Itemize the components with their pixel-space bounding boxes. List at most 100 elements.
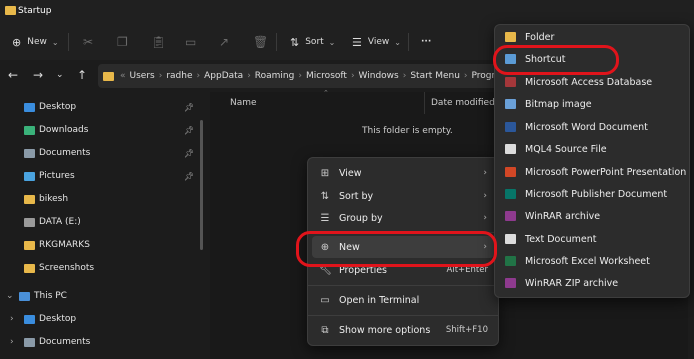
chevron-right-icon: › bbox=[158, 71, 163, 81]
sidebar-scrollbar[interactable] bbox=[200, 120, 203, 250]
sidebar-item-label: Pictures bbox=[39, 171, 75, 181]
column-divider[interactable] bbox=[424, 92, 425, 114]
chevron-down-icon: ⌄ bbox=[51, 37, 59, 47]
column-header-name[interactable]: Name bbox=[230, 98, 257, 108]
breadcrumb-windows[interactable]: Windows bbox=[359, 71, 399, 81]
chevron-right-icon: › bbox=[483, 168, 487, 178]
toolbar-divider bbox=[276, 33, 277, 51]
view-icon: ☰ bbox=[352, 35, 362, 49]
sidebar-item-label: Screenshots bbox=[39, 263, 95, 273]
breadcrumb-appdata[interactable]: AppData bbox=[204, 71, 243, 81]
sidebar-item-label: RKGMARKS bbox=[39, 240, 90, 250]
rename-button[interactable]: ▭ bbox=[185, 24, 196, 60]
menu-item-sort-by[interactable]: ⇅ Sort by › bbox=[308, 185, 498, 207]
powerpoint-icon bbox=[505, 167, 516, 177]
downloads-icon bbox=[24, 125, 35, 135]
sidebar-item-documents[interactable]: Documents 📌︎ bbox=[0, 142, 205, 164]
submenu-item-winrar-zip[interactable]: WinRAR ZIP archive bbox=[495, 272, 689, 294]
highlight-shortcut bbox=[493, 45, 619, 75]
submenu-item-label: Text Document bbox=[525, 233, 597, 245]
chevron-right-icon: › bbox=[298, 71, 302, 81]
window-title: Startup bbox=[18, 6, 52, 16]
winrar-icon bbox=[505, 211, 516, 221]
pin-icon: 📌︎ bbox=[184, 102, 195, 112]
sidebar-item-desktop[interactable]: Desktop 📌︎ bbox=[0, 96, 205, 118]
bitmap-icon bbox=[505, 99, 516, 109]
submenu-item-text-document[interactable]: Text Document bbox=[495, 228, 689, 250]
sort-indicator-icon: ⌃ bbox=[323, 89, 329, 97]
sort-button[interactable]: ⇅ Sort ⌄ bbox=[290, 24, 335, 60]
column-header-date[interactable]: Date modified bbox=[431, 98, 495, 108]
shortcut-text: Shift+F10 bbox=[445, 325, 488, 335]
menu-item-view[interactable]: ⊞ View › bbox=[308, 162, 498, 184]
forward-button[interactable]: → bbox=[33, 68, 43, 82]
sidebar-item-pictures[interactable]: Pictures 📌︎ bbox=[0, 165, 205, 187]
cut-button[interactable]: ✂ bbox=[83, 24, 93, 60]
submenu-item-mql4[interactable]: MQL4 Source File bbox=[495, 138, 689, 160]
menu-item-label: View bbox=[339, 167, 362, 179]
up-button[interactable]: ↑ bbox=[77, 68, 87, 82]
desktop-icon bbox=[24, 102, 35, 112]
terminal-icon: ▭ bbox=[320, 294, 330, 306]
breadcrumb-start-menu[interactable]: Start Menu bbox=[410, 71, 460, 81]
highlight-new bbox=[296, 231, 497, 267]
back-button[interactable]: ← bbox=[8, 68, 18, 82]
sidebar-item-bikesh[interactable]: bikesh bbox=[0, 188, 205, 210]
recent-locations-icon[interactable]: ⌄ bbox=[56, 70, 64, 80]
word-icon bbox=[505, 122, 516, 132]
sidebar-item-label: Documents bbox=[39, 148, 91, 158]
sidebar-item-screenshots[interactable]: Screenshots bbox=[0, 257, 205, 279]
submenu-item-word[interactable]: Microsoft Word Document bbox=[495, 116, 689, 138]
paste-button[interactable]: 📋︎ bbox=[151, 24, 166, 60]
submenu-item-winrar[interactable]: WinRAR archive bbox=[495, 205, 689, 227]
navigation-pane: Desktop 📌︎ Downloads 📌︎ Documents 📌︎ Pic… bbox=[0, 92, 210, 359]
menu-item-label: Show more options bbox=[339, 324, 431, 336]
address-bar[interactable]: « Users › radhe › AppData › Roaming › Mi… bbox=[98, 64, 518, 88]
sidebar-item-documents-pc[interactable]: › Documents bbox=[0, 331, 205, 353]
sort-button-label: Sort bbox=[305, 37, 324, 47]
submenu-item-label: Microsoft Publisher Document bbox=[525, 188, 668, 200]
menu-divider bbox=[308, 315, 498, 316]
more-icon: ··· bbox=[421, 37, 432, 47]
menu-divider bbox=[308, 285, 498, 286]
new-button[interactable]: ⊕ New ⌄ bbox=[12, 24, 59, 60]
sidebar-item-downloads[interactable]: Downloads 📌︎ bbox=[0, 119, 205, 141]
folder-icon bbox=[103, 71, 114, 81]
share-button[interactable]: ↗ bbox=[219, 24, 229, 60]
chevron-right-icon: › bbox=[402, 71, 407, 81]
chevron-right-icon: › bbox=[483, 213, 487, 223]
menu-item-group-by[interactable]: ☰ Group by › bbox=[308, 207, 498, 229]
pin-icon: 📌︎ bbox=[184, 125, 195, 135]
submenu-item-publisher[interactable]: Microsoft Publisher Document bbox=[495, 183, 689, 205]
breadcrumb-roaming[interactable]: Roaming bbox=[255, 71, 295, 81]
show-more-icon: ⧉ bbox=[321, 324, 329, 336]
sidebar-item-data-drive[interactable]: DATA (E:) bbox=[0, 211, 205, 233]
view-button[interactable]: ☰ View ⌄ bbox=[352, 24, 401, 60]
submenu-item-label: WinRAR archive bbox=[525, 210, 601, 222]
excel-icon bbox=[505, 256, 516, 266]
chevron-right-icon: › bbox=[196, 71, 201, 81]
sidebar-item-this-pc[interactable]: ⌄ This PC bbox=[0, 285, 205, 307]
submenu-item-bitmap[interactable]: Bitmap image bbox=[495, 93, 689, 115]
documents-icon bbox=[24, 148, 35, 158]
menu-item-label: Open in Terminal bbox=[339, 294, 420, 306]
submenu-item-powerpoint[interactable]: Microsoft PowerPoint Presentation bbox=[495, 161, 689, 183]
chevron-down-icon: ⌄ bbox=[6, 291, 14, 301]
delete-button[interactable]: 🗑︎ bbox=[253, 24, 268, 60]
new-button-label: New bbox=[27, 37, 47, 47]
submenu-item-label: Microsoft Access Database bbox=[525, 76, 653, 88]
sidebar-item-rkgmarks[interactable]: RKGMARKS bbox=[0, 234, 205, 256]
empty-folder-message: This folder is empty. bbox=[362, 126, 453, 136]
menu-item-open-in-terminal[interactable]: ▭ Open in Terminal bbox=[308, 289, 498, 311]
more-options-button[interactable]: ··· bbox=[421, 24, 431, 60]
breadcrumb-microsoft[interactable]: Microsoft bbox=[306, 71, 347, 81]
breadcrumb-radhe[interactable]: radhe bbox=[166, 71, 192, 81]
folder-icon bbox=[24, 194, 35, 204]
chevron-down-icon: ⌄ bbox=[328, 37, 336, 47]
sidebar-item-desktop-pc[interactable]: › Desktop bbox=[0, 308, 205, 330]
folder-icon bbox=[5, 6, 16, 15]
submenu-item-excel[interactable]: Microsoft Excel Worksheet bbox=[495, 250, 689, 272]
menu-item-show-more-options[interactable]: ⧉ Show more options Shift+F10 bbox=[308, 319, 498, 341]
breadcrumb-users[interactable]: Users bbox=[130, 71, 155, 81]
copy-button[interactable]: ❐ bbox=[117, 24, 128, 60]
